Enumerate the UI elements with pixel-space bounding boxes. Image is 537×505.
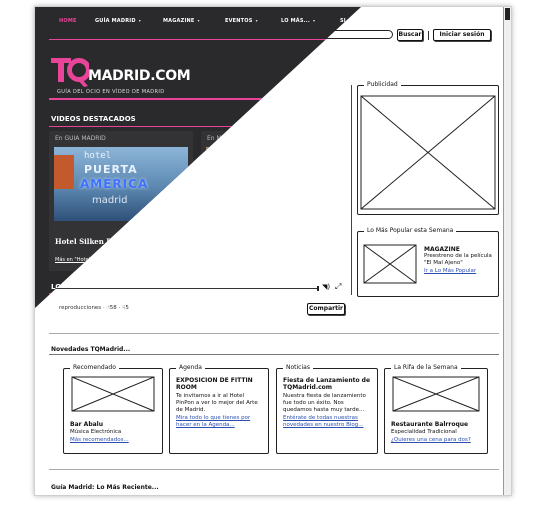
popular-panel: Lo Más Popular esta Semana MAGAZINE Pree… bbox=[357, 227, 499, 297]
chevron-down-icon: ▾ bbox=[255, 18, 258, 23]
publicidad-panel: Publicidad bbox=[357, 81, 499, 215]
more-hotels-link[interactable]: Más en "Hoteles">> bbox=[55, 257, 106, 263]
card-line: Especialidad Tradicional bbox=[391, 429, 457, 435]
card-link[interactable]: ¿Quieres una cena para dos? bbox=[391, 437, 483, 444]
card-line: PinPon a ver lo mejor del Arte bbox=[176, 400, 258, 406]
nav-item-label: LO MÁS... bbox=[281, 18, 310, 24]
hotel-sign-line: PUERTA bbox=[84, 163, 138, 176]
card-label: Noticias bbox=[283, 364, 313, 372]
card-line: quedamos hasta muy tarde... bbox=[283, 407, 365, 413]
card-line: Nuestra fiesta de lanzamiento bbox=[283, 393, 366, 399]
tq-logo-icon bbox=[51, 58, 89, 87]
novedades-card: Agenda EXPOSICION DE FITTIN ROOM Te invita… bbox=[169, 364, 269, 454]
card-link[interactable]: Más recomendados... bbox=[70, 437, 158, 444]
nav-item-1[interactable]: GUÍA MADRID ▾ bbox=[95, 18, 141, 24]
nav-item-label: EVENTOS bbox=[225, 18, 253, 24]
card-link[interactable]: Mira todo lo que tienes por hacer en la … bbox=[176, 415, 264, 429]
videos-heading: VIDEOS DESTACADOS bbox=[51, 115, 136, 123]
card-label: Agenda bbox=[176, 364, 205, 372]
card-line: Te invitamos a ir al Hotel bbox=[176, 393, 245, 399]
buscar-button[interactable]: Buscar bbox=[397, 29, 423, 41]
scrollbar-thumb[interactable] bbox=[505, 8, 510, 20]
wireframe-page: Buscar Iniciar sesión Publicidad Lo Más … bbox=[34, 6, 512, 496]
novedades-card: La Rifa de la Semana Restaurante Balrroqu… bbox=[384, 364, 488, 454]
hotel-sign-line: AMÉRICA bbox=[80, 177, 149, 191]
novedades-heading: Novedades TQMadrid... bbox=[51, 346, 131, 353]
brand-bar bbox=[49, 98, 361, 100]
popular-desc-2: "El Mal Ajeno" bbox=[424, 260, 463, 266]
novedades-card: Recomendado Bar Abalu Música Electrónica Má… bbox=[63, 364, 163, 454]
video-title[interactable]: Hotel Silken Puerta Am bbox=[55, 237, 148, 246]
nav-divider bbox=[49, 39, 361, 40]
views-label: reproducciones bbox=[59, 305, 102, 311]
divider bbox=[49, 469, 499, 470]
nav-item-label: SI bbox=[340, 18, 346, 24]
chevron-down-icon: ▾ bbox=[197, 18, 200, 23]
login-button[interactable]: Iniciar sesión bbox=[433, 29, 491, 41]
popular-desc-1: Preestreno de la película bbox=[424, 253, 492, 259]
card-placeholder-image bbox=[392, 376, 480, 412]
card-title: Fiesta de Lanzamiento de TQMadrid.com bbox=[283, 377, 371, 391]
lo-mas-heading: LO MÁS B bbox=[51, 283, 89, 291]
card-label: Recomendado bbox=[70, 364, 119, 372]
divider bbox=[428, 31, 429, 40]
card-line: Música Electrónica bbox=[70, 429, 122, 435]
nav-item-4[interactable]: LO MÁS... ▾ bbox=[281, 18, 315, 24]
nav-item-0[interactable]: HOME bbox=[59, 18, 77, 24]
divider bbox=[49, 333, 499, 334]
column-divider bbox=[351, 85, 352, 295]
publicidad-placeholder-image bbox=[360, 95, 496, 210]
card-line: fue todo un éxito. Nos bbox=[283, 400, 344, 406]
hotel-window-strip bbox=[54, 155, 74, 189]
screenshot-stage: Buscar Iniciar sesión Publicidad Lo Más … bbox=[0, 0, 537, 505]
likes-count: 58 bbox=[109, 305, 117, 311]
videos-divider bbox=[49, 126, 359, 127]
video-thumbnail[interactable] bbox=[206, 147, 306, 221]
nav-item-label: GUÍA MADRID bbox=[95, 18, 136, 24]
logo-tagline: GUÍA DEL OCIO EN VÍDEO DE MADRID bbox=[57, 89, 165, 95]
nav-item-label: MAGAZINE bbox=[163, 18, 195, 24]
card-title: Bar Abalu bbox=[70, 421, 103, 428]
hotel-sign-line: hotel bbox=[84, 151, 112, 161]
popular-title: MAGAZINE bbox=[424, 246, 460, 253]
footer-heading: Guía Madrid: Lo Más Reciente... bbox=[51, 484, 159, 491]
hotel-sign-line: madrid bbox=[92, 195, 128, 206]
card-placeholder-image bbox=[71, 376, 155, 412]
page-scrollbar[interactable] bbox=[503, 7, 511, 495]
player-stats: reproducciones · ☝58 · ☟5 bbox=[59, 305, 129, 312]
volume-icon[interactable]: ◥) bbox=[322, 284, 330, 291]
nav-item-3[interactable]: EVENTOS ▾ bbox=[225, 18, 258, 24]
publicidad-label: Publicidad bbox=[364, 81, 401, 89]
divider bbox=[49, 354, 499, 355]
popular-link[interactable]: Ir a Lo Más Popular bbox=[424, 268, 476, 275]
chevron-down-icon: ▾ bbox=[138, 18, 141, 23]
popular-placeholder-image bbox=[363, 244, 417, 284]
video-card-label: En MAG bbox=[207, 135, 231, 142]
novedades-card: Noticias Fiesta de Lanzamiento de TQMadri… bbox=[276, 364, 378, 454]
logo-word: MADRID.COM bbox=[88, 68, 191, 84]
share-button[interactable]: Compartir bbox=[307, 303, 345, 315]
card-line: de Madrid. bbox=[176, 407, 206, 413]
player-progress[interactable] bbox=[49, 288, 319, 289]
video-card[interactable]: En MAG bbox=[201, 131, 311, 271]
card-label: La Rifa de la Semana bbox=[391, 364, 461, 372]
fullscreen-icon[interactable]: ⤢ bbox=[335, 283, 341, 291]
nav-item-label: HOME bbox=[59, 18, 77, 24]
nav-item-5[interactable]: SI bbox=[340, 18, 346, 24]
card-link[interactable]: Entérate de todas nuestras novedades en … bbox=[283, 415, 373, 429]
player-progress-end bbox=[317, 286, 319, 291]
card-title: Restaurante Balrroque bbox=[391, 421, 469, 428]
hotel-thumbnail[interactable]: hotel PUERTA AMÉRICA madrid bbox=[54, 147, 188, 221]
video-card-label: En GUIA MADRID bbox=[55, 135, 106, 142]
nav-item-2[interactable]: MAGAZINE ▾ bbox=[163, 18, 200, 24]
dislikes-count: 5 bbox=[125, 305, 129, 311]
chevron-down-icon: ▾ bbox=[312, 18, 316, 23]
lo-mas-divider bbox=[49, 293, 169, 294]
card-title: EXPOSICION DE FITTIN ROOM bbox=[176, 377, 253, 391]
popular-label: Lo Más Popular esta Semana bbox=[364, 227, 457, 235]
video-card[interactable]: En GUIA MADRID hotel PUERTA AMÉRICA madr… bbox=[49, 131, 193, 271]
